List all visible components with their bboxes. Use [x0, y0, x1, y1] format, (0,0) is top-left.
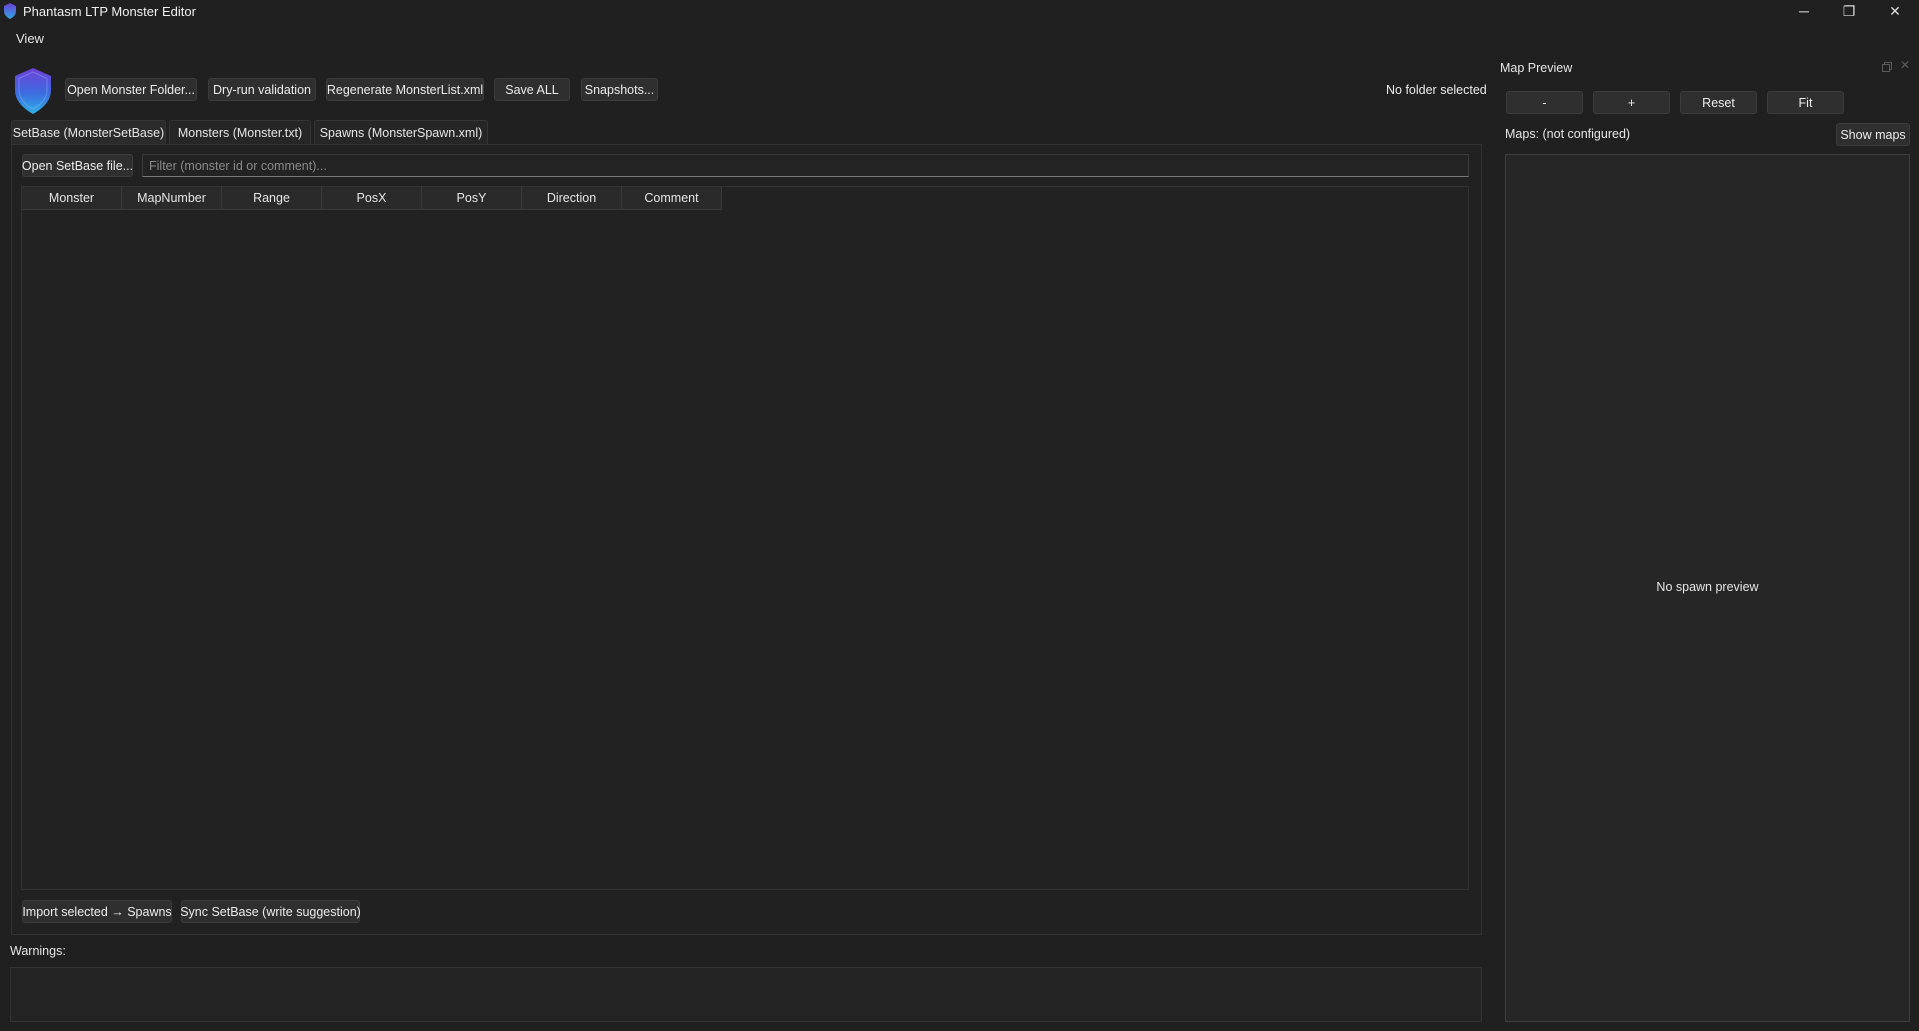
menu-view[interactable]: View — [16, 31, 44, 46]
column-header-posx[interactable]: PosX — [322, 187, 422, 210]
maximize-button[interactable]: ❐ — [1826, 0, 1872, 22]
map-empty-text: No spawn preview — [1656, 580, 1759, 594]
column-header-posy[interactable]: PosY — [422, 187, 522, 210]
warnings-label: Warnings: — [10, 944, 66, 958]
map-preview-title: Map Preview — [1500, 61, 1573, 75]
maps-label: Maps: (not configured) — [1505, 127, 1631, 141]
shield-logo-icon — [15, 68, 51, 114]
zoom-in-button[interactable]: + — [1593, 91, 1670, 114]
dry-run-button[interactable]: Dry-run validation — [208, 78, 316, 101]
close-button[interactable]: ✕ — [1872, 0, 1918, 22]
open-folder-button[interactable]: Open Monster Folder... — [65, 78, 197, 101]
open-setbase-button[interactable]: Open SetBase file... — [22, 154, 133, 177]
column-header-range[interactable]: Range — [222, 187, 322, 210]
app-window: Phantasm LTP Monster Editor ─ ❐ ✕ View O… — [0, 0, 1919, 1031]
column-header-comment[interactable]: Comment — [622, 187, 722, 210]
save-all-button[interactable]: Save ALL — [494, 78, 570, 101]
float-icon[interactable] — [1882, 62, 1892, 72]
column-header-mapnumber[interactable]: MapNumber — [122, 187, 222, 210]
regenerate-button[interactable]: Regenerate MonsterList.xml — [326, 78, 484, 101]
title-bar: Phantasm LTP Monster Editor ─ ❐ ✕ — [0, 0, 1919, 22]
minimize-button[interactable]: ─ — [1781, 0, 1827, 22]
column-header-monster[interactable]: Monster — [22, 187, 122, 210]
filter-input[interactable]: Filter (monster id or comment)... — [142, 154, 1469, 177]
tab-setbase[interactable]: SetBase (MonsterSetBase) — [11, 120, 166, 144]
warnings-textbox[interactable] — [10, 967, 1482, 1022]
fit-button[interactable]: Fit — [1767, 91, 1844, 114]
folder-status: No folder selected — [1386, 83, 1487, 97]
tab-monsters[interactable]: Monsters (Monster.txt) — [169, 120, 311, 144]
tab-spawns[interactable]: Spawns (MonsterSpawn.xml) — [314, 120, 488, 144]
app-shield-icon — [4, 3, 16, 19]
reset-button[interactable]: Reset — [1680, 91, 1757, 114]
setbase-table[interactable] — [21, 186, 1469, 890]
sync-setbase-button[interactable]: Sync SetBase (write suggestion) — [180, 900, 361, 923]
snapshots-button[interactable]: Snapshots... — [581, 78, 658, 101]
zoom-out-button[interactable]: - — [1506, 91, 1583, 114]
import-selected-button[interactable]: Import selected → Spawns — [22, 900, 172, 923]
window-title: Phantasm LTP Monster Editor — [23, 4, 196, 19]
column-header-direction[interactable]: Direction — [522, 187, 622, 210]
show-maps-button[interactable]: Show maps — [1836, 123, 1910, 146]
dock-close-icon[interactable]: ✕ — [1900, 58, 1910, 72]
